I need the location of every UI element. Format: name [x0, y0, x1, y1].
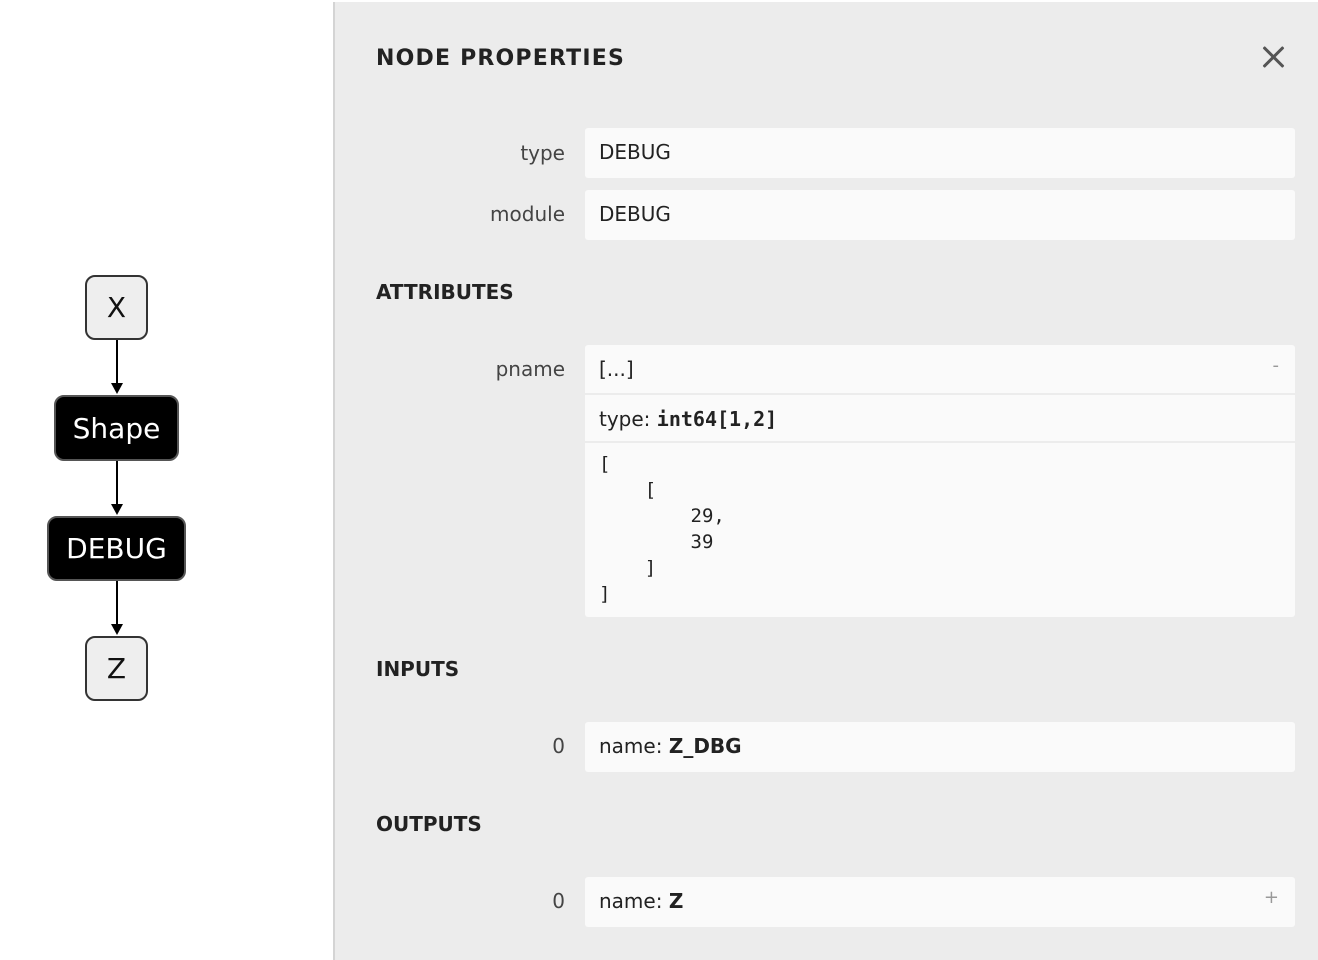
module-label: module: [490, 202, 565, 226]
outputs-heading: OUTPUTS: [376, 812, 482, 836]
attribute-summary: [...]: [599, 357, 634, 381]
graph-edge: [116, 581, 118, 625]
node-properties-panel: NODE PROPERTIES type DEBUG module DEBUG …: [333, 2, 1318, 960]
graph-edge: [116, 340, 118, 384]
graph-edge: [116, 461, 118, 505]
attribute-pname-box[interactable]: [...] - type: int64[1,2] [ [ 29, 39 ] ]: [585, 345, 1295, 617]
input-name-prefix: name:: [599, 734, 669, 758]
inputs-heading: INPUTS: [376, 657, 460, 681]
graph-node-debug[interactable]: DEBUG: [47, 516, 186, 581]
output-field[interactable]: name: Z +: [585, 877, 1295, 927]
type-label: type: [520, 141, 565, 165]
graph-canvas[interactable]: X Shape DEBUG Z: [0, 0, 333, 960]
type-value: DEBUG: [599, 140, 671, 164]
attribute-pname-label: pname: [495, 357, 565, 381]
panel-title: NODE PROPERTIES: [376, 46, 625, 71]
output-name-value: Z: [668, 889, 684, 913]
input-name-value: Z_DBG: [668, 734, 742, 758]
input-field[interactable]: name: Z_DBG: [585, 722, 1295, 772]
expand-toggle[interactable]: +: [1264, 887, 1279, 908]
edge-arrowhead: [111, 624, 123, 635]
attribute-summary-row[interactable]: [...] -: [585, 345, 1295, 393]
edge-arrowhead: [111, 504, 123, 515]
graph-node-z[interactable]: Z: [85, 636, 148, 701]
graph-node-x[interactable]: X: [85, 275, 148, 340]
output-index: 0: [552, 889, 565, 913]
output-name-prefix: name:: [599, 889, 669, 913]
attribute-type-row: type: int64[1,2]: [585, 393, 1295, 441]
collapse-toggle[interactable]: -: [1273, 355, 1280, 376]
type-field[interactable]: DEBUG: [585, 128, 1295, 178]
module-value: DEBUG: [599, 202, 671, 226]
input-index: 0: [552, 734, 565, 758]
graph-node-shape[interactable]: Shape: [54, 395, 179, 461]
edge-arrowhead: [111, 383, 123, 394]
attribute-type-value: int64[1,2]: [656, 407, 778, 431]
attribute-type-prefix: type:: [599, 407, 657, 431]
attributes-heading: ATTRIBUTES: [376, 280, 514, 304]
close-icon[interactable]: [1256, 40, 1290, 74]
attribute-value: [ [ 29, 39 ] ]: [585, 441, 1295, 615]
module-field[interactable]: DEBUG: [585, 190, 1295, 240]
